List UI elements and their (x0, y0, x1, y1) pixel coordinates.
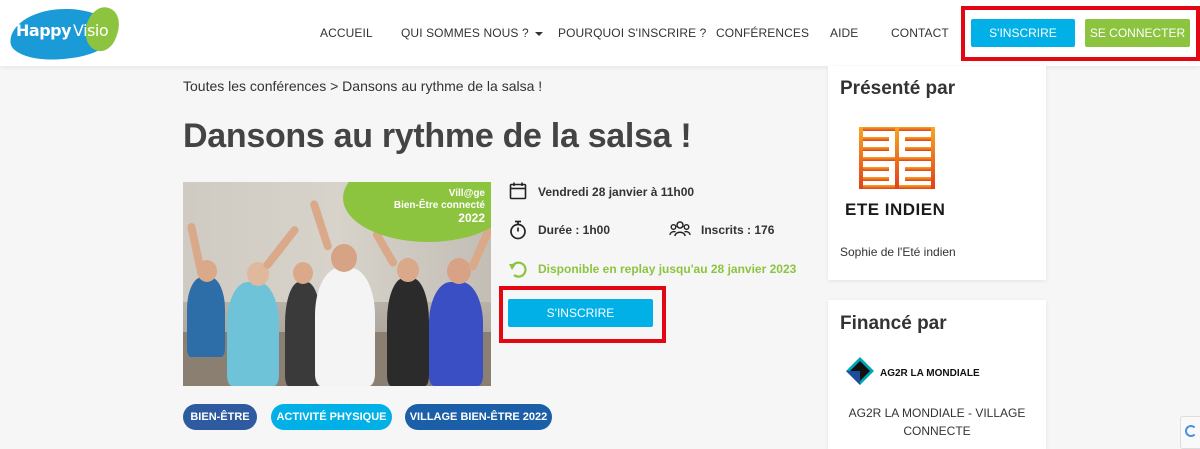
dancer-figure (187, 277, 225, 357)
nav-item-conferences[interactable]: CONFÉRENCES (716, 26, 809, 40)
nav-item-qui-sommes-nous-label: QUI SOMMES NOUS ? (401, 26, 529, 40)
presenter-name: Sophie de l'Eté indien (840, 245, 956, 259)
highlight-frame-header-buttons (961, 6, 1200, 61)
calendar-icon (509, 182, 527, 200)
ete-indien-logo-text: ETE INDIEN (845, 200, 946, 219)
financed-by-card: Financé par AG2R LA MONDIALE AG2R LA MON… (828, 300, 1046, 449)
logo-text: Happy Visio (16, 21, 109, 40)
event-image: Vill@ge Bien-Être connecté 2022 (183, 182, 491, 386)
village-badge: Vill@ge Bien-Être connecté 2022 (394, 188, 485, 224)
event-replay-availability: Disponible en replay jusqu'au 28 janvier… (538, 262, 797, 276)
event-date: Vendredi 28 janvier à 11h00 (538, 185, 695, 199)
ag2r-logo-icon (846, 357, 874, 385)
ete-indien-logo-graphic (859, 127, 935, 189)
dancer-figure (387, 278, 429, 386)
breadcrumb-link-conferences[interactable]: Toutes les conférences (183, 78, 326, 94)
ete-indien-logo (859, 127, 935, 189)
nav-item-contact[interactable]: CONTACT (891, 26, 949, 40)
breadcrumb-separator: > (330, 78, 339, 94)
dancer-head (293, 262, 313, 284)
financed-by-title: Financé par (840, 313, 947, 334)
dancer-head (447, 258, 471, 284)
chevron-down-icon (534, 31, 543, 36)
presented-by-title: Présenté par (840, 78, 956, 99)
recaptcha-badge[interactable] (1180, 416, 1200, 449)
financer-name: AG2R LA MONDIALE - VILLAGE CONNECTE (848, 406, 1026, 438)
logo-text-happy: Happy (16, 21, 72, 40)
tag-village-bien-etre-2022[interactable]: VILLAGE BIEN-ÊTRE 2022 (405, 404, 552, 430)
nav-item-pourquoi-sinscrire[interactable]: POURQUOI S'INSCRIRE ? (558, 26, 706, 40)
presented-by-card: Présenté par ETE INDIEN Sophie de l'Eté … (828, 66, 1046, 280)
village-badge-year: 2022 (458, 211, 485, 225)
recaptcha-icon (1185, 425, 1197, 437)
breadcrumb-current: Dansons au rythme de la salsa ! (342, 78, 543, 94)
village-badge-line1: Vill@ge (448, 188, 485, 199)
highlight-frame-event-signup (499, 286, 666, 343)
dancer-head (397, 258, 419, 282)
event-duration: Durée : 1h00 (538, 223, 611, 237)
happy-visio-logo[interactable]: Happy Visio (8, 3, 125, 63)
replay-icon (509, 261, 527, 278)
dancer-figure (227, 282, 279, 386)
breadcrumb: Toutes les conférences > Dansons au ryth… (183, 78, 542, 94)
ag2r-logo-text: AG2R LA MONDIALE (880, 368, 980, 379)
event-registered-count: Inscrits : 176 (701, 223, 775, 237)
tag-activite-physique[interactable]: ACTIVITÉ PHYSIQUE (271, 404, 392, 430)
nav-item-aide[interactable]: AIDE (830, 26, 858, 40)
stopwatch-icon (510, 220, 526, 240)
logo-text-visio: Visio (73, 21, 109, 40)
people-icon (669, 221, 691, 237)
dancer-figure (315, 268, 375, 386)
nav-item-accueil[interactable]: ACCUEIL (320, 26, 373, 40)
tag-bien-etre[interactable]: BIEN-ÊTRE (183, 404, 257, 430)
dancer-head (331, 244, 357, 272)
nav-item-qui-sommes-nous[interactable]: QUI SOMMES NOUS ? (401, 26, 543, 40)
dancer-figure (429, 282, 483, 386)
page-title: Dansons au rythme de la salsa ! (183, 117, 692, 155)
